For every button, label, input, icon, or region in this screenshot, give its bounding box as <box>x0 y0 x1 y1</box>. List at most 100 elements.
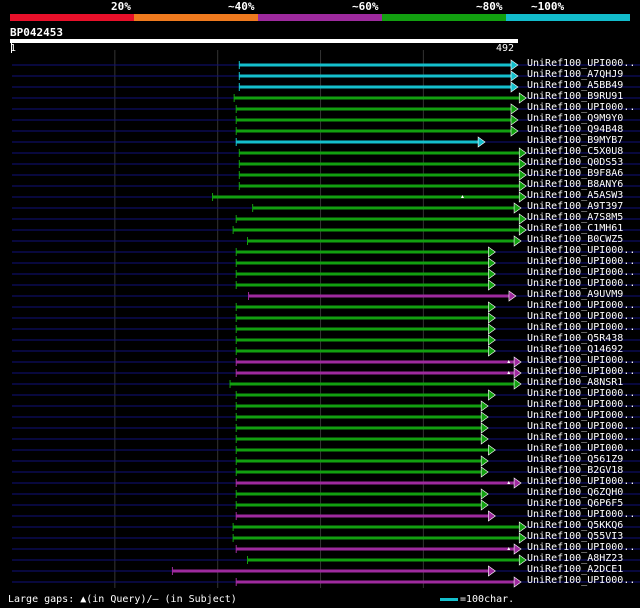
hit-arrow <box>488 444 496 456</box>
hit-arrow <box>480 455 489 467</box>
hit-arrow <box>513 235 522 247</box>
hit-arrow <box>477 136 486 148</box>
scale-swatch <box>440 597 458 601</box>
hit-arrow <box>480 400 489 412</box>
hit-arrow <box>518 554 527 566</box>
hit-label[interactable]: UniRef100_Q0DS53 <box>527 157 623 168</box>
hit-label[interactable]: UniRef100_C5X0U8 <box>527 146 623 157</box>
hit-label[interactable]: UniRef100_A7QHJ9 <box>527 69 623 80</box>
hit-label[interactable]: UniRef100_UPI000.. <box>527 256 635 267</box>
hit-arrow <box>508 290 517 302</box>
hit-arrow <box>510 103 519 115</box>
hit-label[interactable]: UniRef100_UPI000.. <box>527 58 635 69</box>
hit-arrow <box>488 334 496 346</box>
hit-arrow <box>488 279 496 291</box>
hit-arrow <box>510 114 519 126</box>
hit-label[interactable]: UniRef100_B9MYB7 <box>527 135 623 146</box>
hit-label[interactable]: UniRef100_B0CWZ5 <box>527 234 623 245</box>
hit-arrow <box>518 169 527 181</box>
hit-label[interactable]: UniRef100_UPI000.. <box>527 575 635 586</box>
hit-label[interactable]: UniRef100_UPI000.. <box>527 410 635 421</box>
hit-arrow <box>518 180 527 192</box>
hit-label[interactable]: UniRef100_A5ASW3 <box>527 190 623 201</box>
hit-arrow <box>513 202 522 214</box>
hit-arrow <box>480 488 489 500</box>
hit-arrow <box>518 147 527 159</box>
hit-label[interactable]: UniRef100_A7S8M5 <box>527 212 623 223</box>
hit-label[interactable]: UniRef100_Q9M9Y0 <box>527 113 623 124</box>
hit-label[interactable]: UniRef100_UPI000.. <box>527 366 635 377</box>
hit-arrow <box>510 81 519 93</box>
hit-label[interactable]: UniRef100_C1MH61 <box>527 223 623 234</box>
hit-label[interactable]: UniRef100_A9T397 <box>527 201 623 212</box>
hit-arrow <box>513 477 522 489</box>
hit-arrow <box>488 389 496 401</box>
hit-arrow <box>518 521 527 533</box>
hit-label[interactable]: UniRef100_Q561Z9 <box>527 454 623 465</box>
hit-label[interactable]: UniRef100_UPI000.. <box>527 509 635 520</box>
hit-arrow <box>488 246 496 258</box>
hit-arrow <box>513 576 522 588</box>
hit-label[interactable]: UniRef100_Q6ZQH0 <box>527 487 623 498</box>
hit-label[interactable]: UniRef100_UPI000.. <box>527 267 635 278</box>
hit-label[interactable]: UniRef100_UPI000.. <box>527 311 635 322</box>
hit-arrow <box>480 422 489 434</box>
hit-arrow <box>480 466 489 478</box>
hit-label[interactable]: UniRef100_Q5KKQ6 <box>527 520 623 531</box>
hit-label[interactable]: UniRef100_A9UVM9 <box>527 289 623 300</box>
hit-label[interactable]: UniRef100_Q5R438 <box>527 333 623 344</box>
hit-arrow <box>518 191 527 203</box>
hit-arrow <box>510 125 519 137</box>
hit-arrow <box>488 345 496 357</box>
hit-arrow <box>510 70 519 82</box>
hit-label[interactable]: UniRef100_Q55VI3 <box>527 531 623 542</box>
hit-arrow <box>510 59 519 71</box>
hit-label[interactable]: UniRef100_A8NSR1 <box>527 377 623 388</box>
hit-label[interactable]: UniRef100_UPI000.. <box>527 443 635 454</box>
hit-label[interactable]: UniRef100_UPI000.. <box>527 322 635 333</box>
hit-label[interactable]: UniRef100_B2GV18 <box>527 465 623 476</box>
hit-arrow <box>480 411 489 423</box>
hit-label[interactable]: UniRef100_B9F8A6 <box>527 168 623 179</box>
hit-label[interactable]: UniRef100_UPI000.. <box>527 355 635 366</box>
hit-label[interactable]: UniRef100_A8HZ23 <box>527 553 623 564</box>
hit-arrow <box>518 224 527 236</box>
hit-label[interactable]: UniRef100_B8ANY6 <box>527 179 623 190</box>
gap-legend: Large gaps: ▲(in Query)/— (in Subject) <box>8 594 237 605</box>
hit-label[interactable]: UniRef100_UPI000.. <box>527 102 635 113</box>
hit-arrow <box>480 499 489 511</box>
scale-text: =100char. <box>460 594 515 605</box>
hit-label[interactable]: UniRef100_UPI000.. <box>527 278 635 289</box>
hit-label[interactable]: UniRef100_A2DCE1 <box>527 564 623 575</box>
hit-label[interactable]: UniRef100_UPI000.. <box>527 388 635 399</box>
hit-label[interactable]: UniRef100_UPI000.. <box>527 300 635 311</box>
hit-label[interactable]: UniRef100_Q94B48 <box>527 124 623 135</box>
hit-label[interactable]: UniRef100_A5BB49 <box>527 80 623 91</box>
hit-arrow <box>488 323 496 335</box>
hit-arrow <box>488 257 496 269</box>
hit-label[interactable]: UniRef100_UPI000.. <box>527 542 635 553</box>
hit-arrow <box>488 510 496 522</box>
hit-label[interactable]: UniRef100_UPI000.. <box>527 399 635 410</box>
hit-label[interactable]: UniRef100_B9RU91 <box>527 91 623 102</box>
hit-arrow <box>488 301 496 313</box>
hit-arrow <box>518 532 527 544</box>
hit-arrow <box>513 378 522 390</box>
hit-arrow <box>513 543 522 555</box>
hit-label[interactable]: UniRef100_UPI000.. <box>527 245 635 256</box>
hit-arrow <box>518 158 527 170</box>
hit-label[interactable]: UniRef100_UPI000.. <box>527 476 635 487</box>
hit-arrow <box>488 268 496 280</box>
hit-arrow <box>518 213 527 225</box>
hit-arrow <box>480 433 489 445</box>
hit-arrow <box>513 356 522 368</box>
hit-arrow <box>488 312 496 324</box>
hit-arrow <box>513 367 522 379</box>
hit-label[interactable]: UniRef100_Q6P6F5 <box>527 498 623 509</box>
scale-legend: =100char. <box>440 594 514 605</box>
hit-arrow <box>488 565 496 577</box>
hit-label[interactable]: UniRef100_Q14692 <box>527 344 623 355</box>
hit-label[interactable]: UniRef100_UPI000.. <box>527 421 635 432</box>
hit-label[interactable]: UniRef100_UPI000.. <box>527 432 635 443</box>
hit-arrow <box>518 92 527 104</box>
